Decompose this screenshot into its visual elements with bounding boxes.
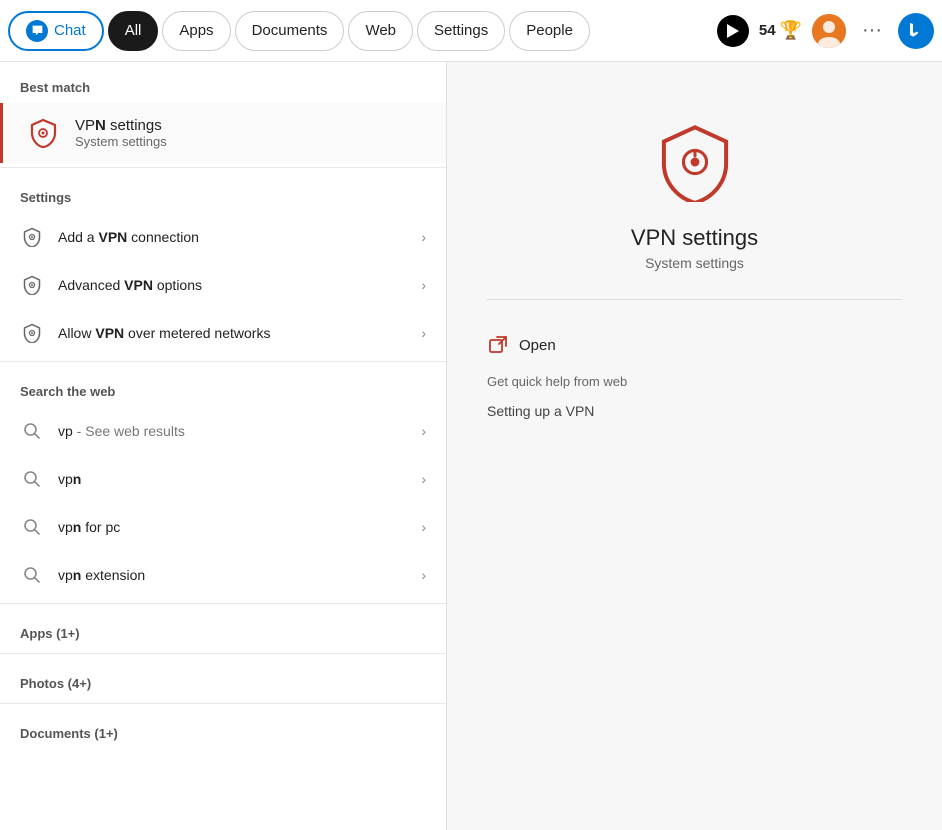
divider-3	[0, 603, 446, 604]
list-item-text-1: Add a VPN connection	[58, 229, 407, 245]
tab-all-label: All	[125, 22, 142, 39]
tab-people[interactable]: People	[509, 11, 590, 51]
chevron-icon-web-4: ›	[421, 567, 426, 583]
search-icon-4	[20, 563, 44, 587]
list-item-text-web-2: vpn	[58, 471, 407, 487]
tab-documents-label: Documents	[252, 22, 328, 39]
best-match-item[interactable]: VPN settings System settings	[0, 103, 446, 163]
chat-label: Chat	[54, 22, 86, 39]
tab-documents[interactable]: Documents	[235, 11, 345, 51]
score-badge[interactable]: 54 🏆	[759, 20, 802, 41]
help-label: Get quick help from web	[487, 374, 902, 389]
main-content: Best match VPN settings System settings …	[0, 62, 942, 830]
settings-section-label: Settings	[0, 172, 446, 213]
chevron-icon-1: ›	[421, 229, 426, 245]
open-label: Open	[519, 337, 556, 354]
open-button[interactable]: Open	[487, 324, 902, 366]
list-item-text-web-3: vpn for pc	[58, 519, 407, 535]
vpn-result-subtitle: System settings	[645, 255, 744, 271]
shield-icon-3	[20, 321, 44, 345]
right-divider	[487, 299, 902, 300]
tab-apps[interactable]: Apps	[162, 11, 230, 51]
list-item-text-3: Allow VPN over metered networks	[58, 325, 407, 341]
best-match-section-label: Best match	[0, 62, 446, 103]
web-section-label: Search the web	[0, 366, 446, 407]
shield-icon-1	[20, 225, 44, 249]
search-icon-2	[20, 467, 44, 491]
divider-4	[0, 653, 446, 654]
tab-all[interactable]: All	[108, 11, 159, 51]
best-match-subtitle: System settings	[75, 134, 426, 149]
list-item-text-web-4: vpn extension	[58, 567, 407, 583]
tab-settings-label: Settings	[434, 22, 488, 39]
chevron-icon-2: ›	[421, 277, 426, 293]
bing-logo[interactable]	[898, 13, 934, 49]
topbar-right: 54 🏆 ···	[717, 13, 934, 49]
vpn-shield-icon-small	[23, 113, 63, 153]
open-icon	[487, 334, 509, 356]
trophy-icon: 🏆	[780, 20, 802, 41]
right-actions: Open Get quick help from web Setting up …	[487, 324, 902, 425]
vpn-shield-icon-large	[655, 122, 735, 207]
shield-icon-2	[20, 273, 44, 297]
search-icon-3	[20, 515, 44, 539]
more-button[interactable]: ···	[856, 15, 888, 47]
search-icon-1	[20, 419, 44, 443]
apps-section-label: Apps (1+)	[0, 608, 446, 649]
photos-section-label: Photos (4+)	[0, 658, 446, 699]
documents-section-label: Documents (1+)	[0, 708, 446, 749]
divider-1	[0, 167, 446, 168]
list-item[interactable]: vpn extension ›	[0, 551, 446, 599]
chat-icon	[26, 20, 48, 42]
right-panel: VPN settings System settings Open Get qu…	[447, 62, 942, 830]
vpn-result-title: VPN settings	[631, 225, 758, 251]
chevron-icon-web-2: ›	[421, 471, 426, 487]
list-item[interactable]: vp - See web results ›	[0, 407, 446, 455]
help-link[interactable]: Setting up a VPN	[487, 397, 902, 425]
topbar: Chat All Apps Documents Web Settings Peo…	[0, 0, 942, 62]
chevron-icon-web-1: ›	[421, 423, 426, 439]
best-match-title: VPN settings	[75, 117, 426, 134]
tab-web[interactable]: Web	[348, 11, 413, 51]
avatar[interactable]	[812, 14, 846, 48]
list-item-text-2: Advanced VPN options	[58, 277, 407, 293]
chevron-icon-3: ›	[421, 325, 426, 341]
best-match-text: VPN settings System settings	[75, 117, 426, 149]
list-item-text-web-1: vp - See web results	[58, 423, 407, 439]
list-item[interactable]: Advanced VPN options ›	[0, 261, 446, 309]
list-item[interactable]: Add a VPN connection ›	[0, 213, 446, 261]
more-icon: ···	[862, 19, 882, 42]
list-item[interactable]: vpn for pc ›	[0, 503, 446, 551]
divider-2	[0, 361, 446, 362]
list-item[interactable]: vpn ›	[0, 455, 446, 503]
tab-settings[interactable]: Settings	[417, 11, 505, 51]
left-panel: Best match VPN settings System settings …	[0, 62, 447, 830]
divider-5	[0, 703, 446, 704]
list-item[interactable]: Allow VPN over metered networks ›	[0, 309, 446, 357]
chevron-icon-web-3: ›	[421, 519, 426, 535]
tab-apps-label: Apps	[179, 22, 213, 39]
tab-people-label: People	[526, 22, 573, 39]
play-button[interactable]	[717, 15, 749, 47]
score-value: 54	[759, 22, 776, 39]
tab-chat[interactable]: Chat	[8, 11, 104, 51]
tab-web-label: Web	[365, 22, 396, 39]
help-section: Get quick help from web Setting up a VPN	[487, 374, 902, 425]
